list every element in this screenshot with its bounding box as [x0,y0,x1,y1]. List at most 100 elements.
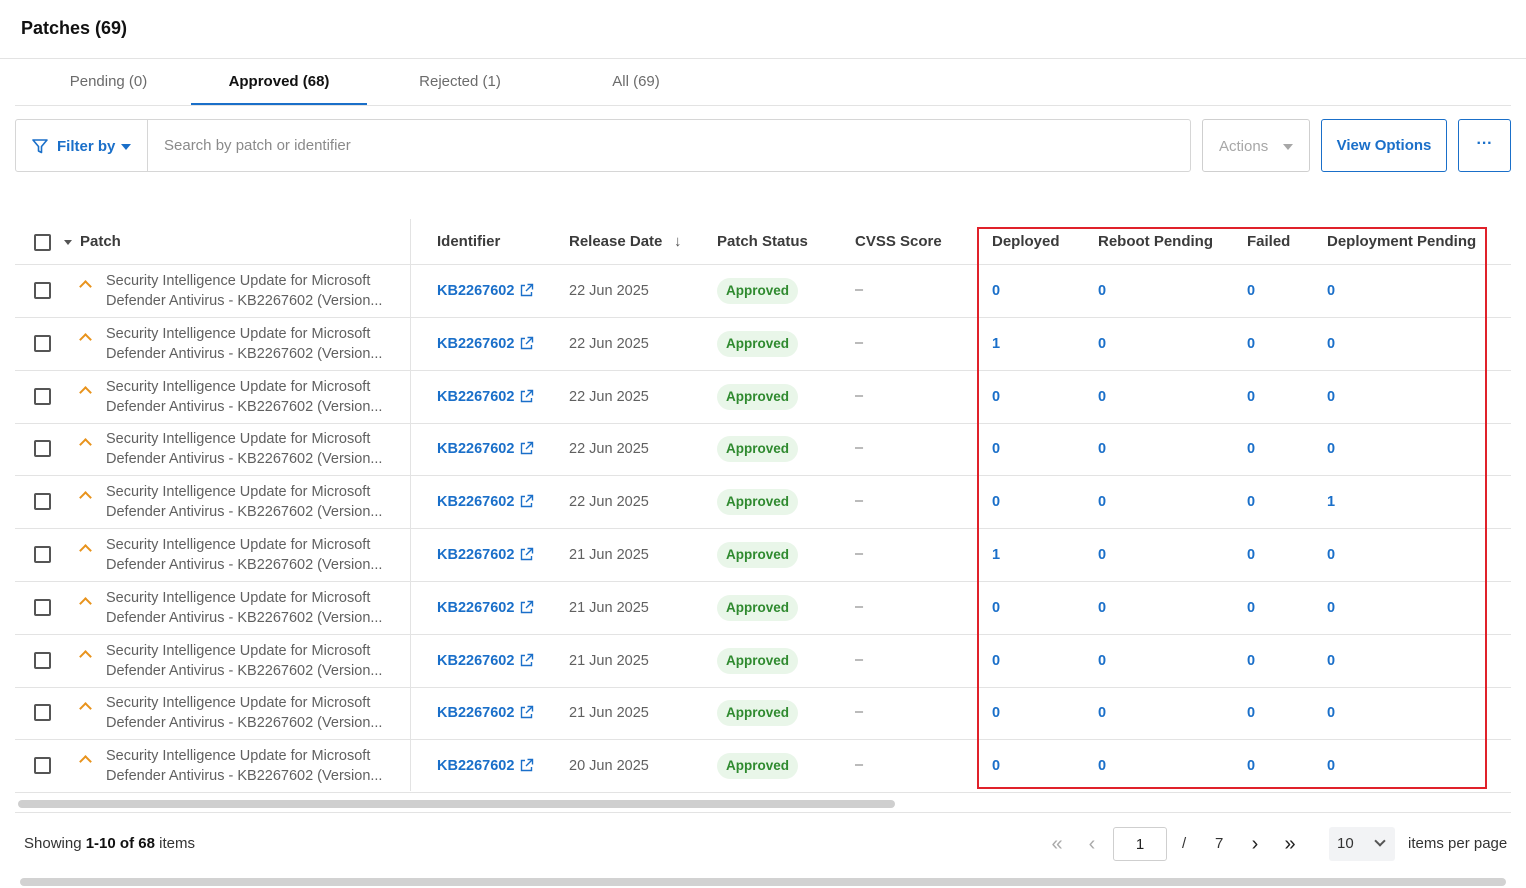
reboot-pending-count[interactable]: 0 [1098,653,1106,669]
deployed-count[interactable]: 0 [992,653,1000,669]
failed-count[interactable]: 0 [1247,336,1255,352]
prev-page-icon[interactable]: ‹ [1080,831,1104,857]
first-page-icon[interactable]: « [1045,831,1069,857]
failed-count[interactable]: 0 [1247,389,1255,405]
deployment-pending-count[interactable]: 0 [1327,758,1335,774]
deployed-count[interactable]: 0 [992,283,1000,299]
identifier-link[interactable]: KB2267602 [437,758,514,774]
last-page-icon[interactable]: » [1278,831,1302,857]
external-link-icon[interactable] [519,336,534,356]
column-header-patch[interactable]: Patch [80,233,121,250]
patch-name[interactable]: Security Intelligence Update for Microso… [106,588,391,628]
deployed-count[interactable]: 0 [992,705,1000,721]
failed-count[interactable]: 0 [1247,600,1255,616]
column-header-reboot-pending[interactable]: Reboot Pending [1098,233,1213,250]
reboot-pending-count[interactable]: 0 [1098,441,1106,457]
row-checkbox[interactable] [34,282,51,299]
column-header-identifier[interactable]: Identifier [437,233,500,250]
table-row[interactable]: Security Intelligence Update for Microso… [15,371,1511,424]
row-checkbox[interactable] [34,598,51,616]
failed-count[interactable]: 0 [1247,494,1255,510]
deployment-pending-count[interactable]: 0 [1327,705,1335,721]
arrow-down-icon[interactable]: ↓ [674,233,682,250]
row-checkbox[interactable] [34,704,51,722]
horizontal-scrollbar[interactable] [18,800,895,808]
external-link-icon[interactable] [519,389,534,409]
external-link-icon[interactable] [519,653,534,673]
column-header-deployment-pending[interactable]: Deployment Pending [1327,233,1476,250]
items-per-page-select[interactable]: 10 [1329,827,1395,861]
failed-count[interactable]: 0 [1247,705,1255,721]
external-link-icon[interactable] [519,494,534,514]
reboot-pending-count[interactable]: 0 [1098,283,1106,299]
row-checkbox[interactable] [34,651,51,669]
deployment-pending-count[interactable]: 0 [1327,547,1335,563]
patch-name[interactable]: Security Intelligence Update for Microso… [106,746,391,786]
more-options-button[interactable]: ··· [1458,119,1511,172]
table-row[interactable]: Security Intelligence Update for Microso… [15,476,1511,530]
table-row[interactable]: Security Intelligence Update for Microso… [15,740,1511,794]
row-checkbox[interactable] [34,493,51,511]
table-row[interactable]: Security Intelligence Update for Microso… [15,582,1511,635]
external-link-icon[interactable] [519,600,534,620]
deployed-count[interactable]: 1 [992,336,1000,352]
table-row[interactable]: Security Intelligence Update for Microso… [15,687,1511,741]
tab-rejected[interactable]: Rejected (1) [372,60,548,105]
identifier-link[interactable]: KB2267602 [437,653,514,669]
filter-by-button[interactable]: Filter by [16,120,148,171]
identifier-link[interactable]: KB2267602 [437,547,514,563]
table-row[interactable]: Security Intelligence Update for Microso… [15,635,1511,688]
tab-all[interactable]: All (69) [548,60,724,105]
identifier-link[interactable]: KB2267602 [437,336,514,352]
row-checkbox[interactable] [34,757,51,775]
deployed-count[interactable]: 0 [992,389,1000,405]
reboot-pending-count[interactable]: 0 [1098,705,1106,721]
table-row[interactable]: Security Intelligence Update for Microso… [15,318,1511,371]
patch-name[interactable]: Security Intelligence Update for Microso… [106,324,391,364]
deployment-pending-count[interactable]: 1 [1327,494,1335,510]
row-checkbox[interactable] [34,546,51,563]
reboot-pending-count[interactable]: 0 [1098,600,1106,616]
reboot-pending-count[interactable]: 0 [1098,336,1106,352]
external-link-icon[interactable] [519,547,534,567]
deployment-pending-count[interactable]: 0 [1327,600,1335,616]
identifier-link[interactable]: KB2267602 [437,600,514,616]
patch-name[interactable]: Security Intelligence Update for Microso… [106,641,391,681]
tab-approved[interactable]: Approved (68) [191,60,367,105]
patch-name[interactable]: Security Intelligence Update for Microso… [106,693,391,733]
page-number-input[interactable] [1113,827,1167,861]
column-header-failed[interactable]: Failed [1247,233,1290,250]
select-all-checkbox[interactable] [34,234,51,251]
table-row[interactable]: Security Intelligence Update for Microso… [15,529,1511,582]
deployed-count[interactable]: 1 [992,547,1000,563]
deployed-count[interactable]: 0 [992,494,1000,510]
deployment-pending-count[interactable]: 0 [1327,283,1335,299]
failed-count[interactable]: 0 [1247,653,1255,669]
patch-name[interactable]: Security Intelligence Update for Microso… [106,377,391,417]
failed-count[interactable]: 0 [1247,758,1255,774]
deployment-pending-count[interactable]: 0 [1327,441,1335,457]
failed-count[interactable]: 0 [1247,283,1255,299]
deployed-count[interactable]: 0 [992,600,1000,616]
patch-name[interactable]: Security Intelligence Update for Microso… [106,535,391,575]
row-checkbox[interactable] [34,334,51,352]
deployment-pending-count[interactable]: 0 [1327,389,1335,405]
failed-count[interactable]: 0 [1247,547,1255,563]
deployment-pending-count[interactable]: 0 [1327,653,1335,669]
table-row[interactable]: Security Intelligence Update for Microso… [15,265,1511,318]
page-scrollbar[interactable] [20,878,1506,886]
column-header-cvss-score[interactable]: CVSS Score [855,233,942,250]
identifier-link[interactable]: KB2267602 [437,494,514,510]
deployed-count[interactable]: 0 [992,441,1000,457]
search-input[interactable] [164,121,1184,170]
column-header-patch-status[interactable]: Patch Status [717,233,808,250]
next-page-icon[interactable]: › [1243,831,1267,857]
caret-down-icon[interactable] [64,240,72,245]
row-checkbox[interactable] [34,440,51,458]
external-link-icon[interactable] [519,441,534,461]
external-link-icon[interactable] [519,283,534,303]
tab-pending[interactable]: Pending (0) [15,60,202,105]
patch-name[interactable]: Security Intelligence Update for Microso… [106,429,391,469]
view-options-button[interactable]: View Options [1321,119,1447,172]
deployed-count[interactable]: 0 [992,758,1000,774]
